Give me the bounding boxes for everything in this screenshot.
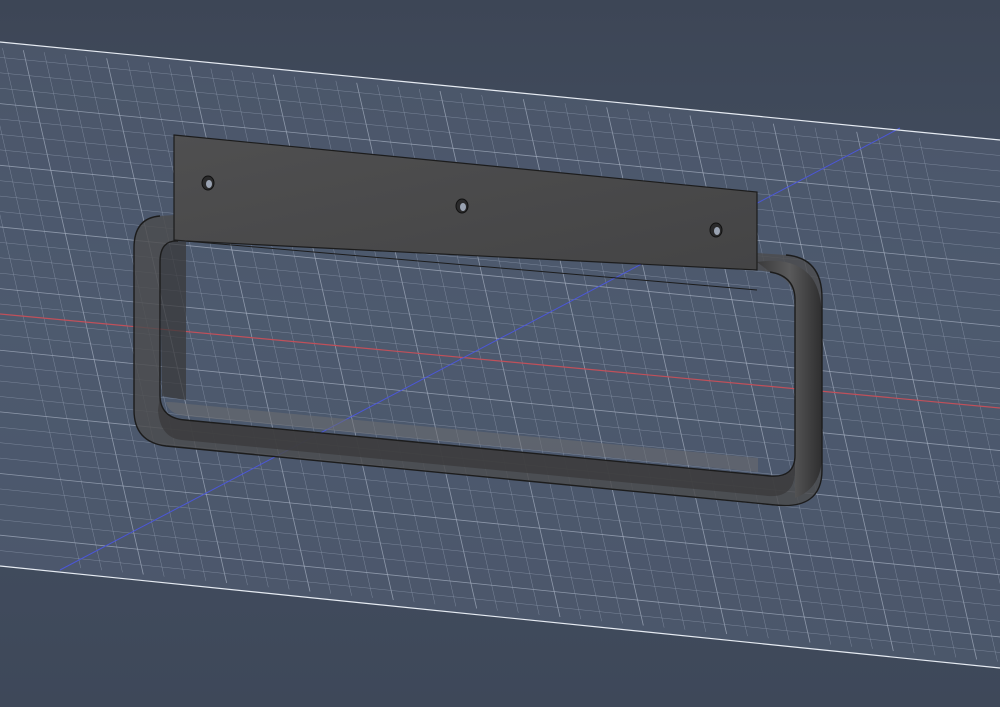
left-inner-face (160, 241, 186, 400)
screw-hole-right[interactable] (709, 222, 723, 238)
3d-scene[interactable] (0, 0, 1000, 707)
screw-hole-left[interactable] (201, 175, 215, 191)
screw-hole-center[interactable] (455, 198, 469, 214)
cad-viewport[interactable] (0, 0, 1000, 707)
